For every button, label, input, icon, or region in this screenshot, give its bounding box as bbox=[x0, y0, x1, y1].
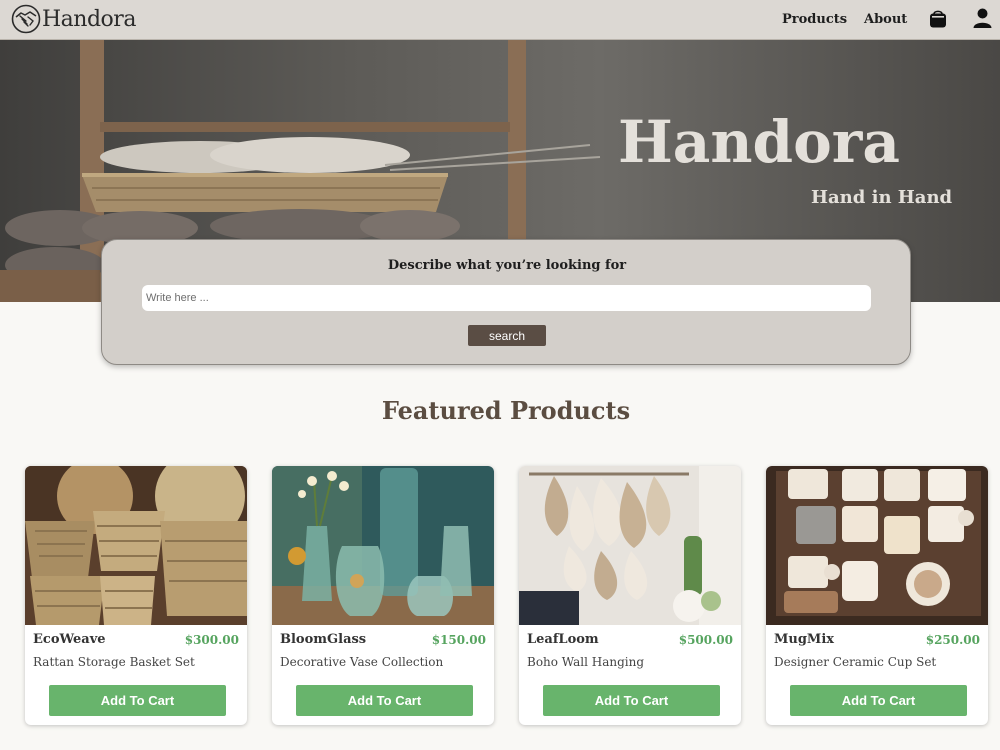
product-image-ceramic-cups[interactable] bbox=[766, 466, 988, 625]
search-button[interactable]: search bbox=[468, 325, 546, 346]
product-name: Rattan Storage Basket Set bbox=[33, 655, 195, 669]
search-input[interactable] bbox=[142, 285, 871, 311]
handshake-icon bbox=[11, 4, 41, 34]
product-image-vases[interactable] bbox=[272, 466, 494, 625]
product-brand: EcoWeave bbox=[33, 632, 106, 647]
product-price: $150.00 bbox=[431, 633, 486, 647]
search-label: Describe what you’re looking for bbox=[387, 258, 627, 273]
product-card-leafloom[interactable]: LeafLoom $500.00 Boho Wall Hanging Add T… bbox=[519, 466, 741, 725]
product-name: Boho Wall Hanging bbox=[527, 655, 645, 669]
product-price: $250.00 bbox=[925, 633, 980, 647]
hero-tagline: Hand in Hand bbox=[811, 187, 953, 208]
nav-link-about[interactable]: About bbox=[864, 12, 907, 27]
search-panel: Describe what you’re looking for search bbox=[101, 239, 911, 365]
product-name: Decorative Vase Collection bbox=[280, 655, 444, 669]
brand-logo[interactable]: Handora bbox=[11, 4, 136, 34]
product-card-mugmix[interactable]: MugMix $250.00 Designer Ceramic Cup Set … bbox=[766, 466, 988, 725]
user-icon[interactable] bbox=[973, 8, 992, 28]
hero-title: Handora bbox=[618, 108, 900, 176]
nav-link-products[interactable]: Products bbox=[782, 12, 847, 27]
brand-name: Handora bbox=[42, 6, 136, 32]
product-image-baskets[interactable] bbox=[25, 466, 247, 625]
shopping-bag-icon[interactable] bbox=[929, 9, 947, 28]
product-brand: BloomGlass bbox=[280, 632, 367, 647]
product-brand: MugMix bbox=[774, 632, 835, 647]
product-card-ecoweave[interactable]: EcoWeave $300.00 Rattan Storage Basket S… bbox=[25, 466, 247, 725]
featured-products-title: Featured Products bbox=[381, 396, 631, 425]
add-to-cart-button[interactable]: Add To Cart bbox=[790, 685, 967, 716]
product-brand: LeafLoom bbox=[527, 632, 599, 647]
product-price: $500.00 bbox=[678, 633, 733, 647]
add-to-cart-button[interactable]: Add To Cart bbox=[543, 685, 720, 716]
product-card-bloomglass[interactable]: BloomGlass $150.00 Decorative Vase Colle… bbox=[272, 466, 494, 725]
add-to-cart-button[interactable]: Add To Cart bbox=[296, 685, 473, 716]
product-name: Designer Ceramic Cup Set bbox=[774, 655, 937, 669]
product-price: $300.00 bbox=[184, 633, 239, 647]
product-image-wall-hanging[interactable] bbox=[519, 466, 741, 625]
top-navbar: Handora Products About bbox=[0, 0, 1000, 40]
add-to-cart-button[interactable]: Add To Cart bbox=[49, 685, 226, 716]
